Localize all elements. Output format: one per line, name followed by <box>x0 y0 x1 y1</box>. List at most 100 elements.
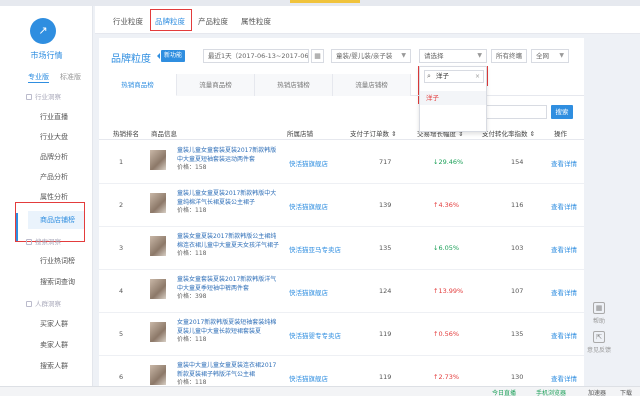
product-title-link[interactable]: 女童2017新款韩版夏装短袖套装纯棉夏装儿童中大童长款短裙套装夏 <box>177 319 276 335</box>
rank-cell: 3 <box>119 244 124 252</box>
product-thumbnail[interactable] <box>150 193 166 213</box>
browser-status-bar: 今日直播 手机浏览器 加速器 下载 <box>0 386 640 396</box>
search-button[interactable]: 搜索 <box>551 105 573 119</box>
orders-cell: 119 <box>379 373 392 381</box>
clear-icon[interactable]: × <box>475 71 480 82</box>
chevron-down-icon: ▼ <box>517 52 522 59</box>
version-standard[interactable]: 标准版 <box>60 72 81 82</box>
orders-cell: 717 <box>379 158 392 166</box>
product-title-link[interactable]: 童装女童夏装2017新款韩版公主裙纯棉连衣裙儿童中大童夏天女孩洋气裙子 <box>177 233 279 249</box>
rank-cell: 1 <box>119 158 124 166</box>
col-shop: 所属店铺 <box>287 130 313 138</box>
detail-link[interactable]: 查看详情 <box>551 201 577 211</box>
product-thumbnail[interactable] <box>150 150 166 170</box>
detail-link[interactable]: 查看详情 <box>551 158 577 168</box>
brand-select[interactable]: 请选择 ▼ <box>419 49 487 63</box>
page-title: 品牌粒度 <box>111 54 151 65</box>
channel-select[interactable]: 全网 ▼ <box>531 49 569 63</box>
search-icon: ⌕ <box>427 72 431 80</box>
table-row: 5 女童2017新款韩版夏装短袖套装纯棉夏装儿童中大童长款短裙套装夏 价格：118 快… <box>99 314 584 356</box>
orders-cell: 139 <box>379 201 392 209</box>
product-price: 价格：398 <box>177 293 207 300</box>
brand-search-input[interactable]: ⌕ 洋子 × <box>424 70 484 83</box>
product-info: 童装女童夏装2017新款韩版公主裙纯棉连衣裙儿童中大童夏天女孩洋气裙子 价格：11… <box>177 233 281 259</box>
product-info: 童装女童套装夏装2017新款韩版洋气中大童夏季短袖中裤两件套 价格：398 <box>177 276 281 302</box>
subtab-hot-shops[interactable]: 热销店铺榜 <box>255 74 333 96</box>
sidebar-item-sellers[interactable]: 卖家人群 <box>40 340 68 350</box>
product-price: 价格：158 <box>177 164 207 171</box>
rank-cell: 4 <box>119 287 124 295</box>
chevron-down-icon: ▼ <box>401 52 406 59</box>
orders-cell: 119 <box>379 330 392 338</box>
shop-link[interactable]: 快活猫亚马专卖店 <box>289 244 341 254</box>
help-icon[interactable]: ▦ <box>593 302 605 314</box>
tab-attribute[interactable]: 属性粒度 <box>241 16 271 27</box>
shop-link[interactable]: 快活猫旗舰店 <box>289 201 328 211</box>
sidebar-brand: 市场行情 <box>30 51 63 60</box>
chevron-down-icon: ▼ <box>477 52 482 59</box>
product-thumbnail[interactable] <box>150 365 166 385</box>
version-switch: 专业版 标准版 <box>0 72 93 86</box>
tab-industry[interactable]: 行业粒度 <box>113 16 143 27</box>
sidebar-item-industry-overview[interactable]: 行业大盘 <box>40 132 68 142</box>
date-range-select[interactable]: 最近1天（2017-06-13~2017-06-13） <box>203 49 309 63</box>
brand-option[interactable]: 洋子 <box>420 91 486 105</box>
col-conversion[interactable]: 支付转化率指数 ⇕ <box>482 128 535 138</box>
feedback-icon[interactable]: ⇱ <box>593 331 605 343</box>
product-info: 女童2017新款韩版夏装短袖套装纯棉夏装儿童中大童长款短裙套装夏 价格：118 <box>177 319 281 345</box>
product-info: 童装儿童女童套装夏装2017新款韩版中大童夏短袖套装运动两件套 价格：158 <box>177 147 281 173</box>
sidebar-item-brand-analysis[interactable]: 品牌分析 <box>40 152 68 162</box>
growth-cell: ↑2.73% <box>433 373 460 381</box>
product-title-link[interactable]: 童装女童套装夏装2017新款韩版洋气中大童夏季短袖中裤两件套 <box>177 276 276 292</box>
subtab-traffic-goods[interactable]: 流量商品榜 <box>177 74 255 96</box>
sidebar-item-industry-live[interactable]: 行业直播 <box>40 112 68 122</box>
shop-link[interactable]: 快活猫旗舰店 <box>289 373 328 383</box>
sidebar-item-product-analysis[interactable]: 产品分析 <box>40 172 68 182</box>
sidebar-item-searchers[interactable]: 搜索人群 <box>40 361 68 371</box>
sidebar-item-buyers[interactable]: 买家人群 <box>40 319 68 329</box>
sidebar-item-attribute-analysis[interactable]: 属性分析 <box>40 192 68 202</box>
conversion-cell: 130 <box>511 373 524 381</box>
detail-link[interactable]: 查看详情 <box>551 330 577 340</box>
detail-link[interactable]: 查看详情 <box>551 244 577 254</box>
product-price: 价格：118 <box>177 207 207 214</box>
status-speed[interactable]: 加速器 <box>588 388 606 396</box>
table-row: 2 童装儿童女童夏装2017新款韩版中大童纯棉洋气长裙夏装公主裙子 价格：118 快活… <box>99 185 584 227</box>
subtab-traffic-shops[interactable]: 流量店铺榜 <box>333 74 411 96</box>
product-price: 价格：118 <box>177 336 207 343</box>
box-icon <box>26 94 32 100</box>
terminal-select[interactable]: 所有终端 ▼ <box>491 49 527 63</box>
group-industry[interactable]: 行业洞察 <box>26 91 61 101</box>
right-toolbar: ▦ 帮助 ⇱ 意见反馈 <box>586 300 612 354</box>
shop-link[interactable]: 快活猫旗舰店 <box>289 158 328 168</box>
detail-link[interactable]: 查看详情 <box>551 287 577 297</box>
status-download[interactable]: 下载 <box>620 388 632 396</box>
group-crowd[interactable]: 人群洞察 <box>26 298 61 308</box>
status-live[interactable]: 今日直播 <box>492 388 516 396</box>
sidebar: ↗ 市场行情 专业版 标准版 行业洞察 行业直播 行业大盘 品牌分析 产品分析 … <box>0 6 93 386</box>
product-thumbnail[interactable] <box>150 279 166 299</box>
product-title-link[interactable]: 童装中大童儿童女童夏装连衣裙2017新款夏装裙子韩版洋气公主裙 <box>177 362 276 378</box>
group-search[interactable]: 搜索洞察 <box>26 236 61 246</box>
col-orders[interactable]: 支付子订单数 ⇕ <box>350 128 397 138</box>
version-pro[interactable]: 专业版 <box>28 72 49 83</box>
product-title-link[interactable]: 童装儿童女童夏装2017新款韩版中大童纯棉洋气长裙夏装公主裙子 <box>177 190 276 206</box>
status-browser[interactable]: 手机浏览器 <box>536 388 566 396</box>
product-info: 童装中大童儿童女童夏装连衣裙2017新款夏装裙子韩版洋气公主裙 价格：118 <box>177 362 281 388</box>
detail-link[interactable]: 查看详情 <box>551 373 577 383</box>
tab-product[interactable]: 产品粒度 <box>198 16 228 27</box>
table-row: 1 童装儿童女童套装夏装2017新款韩版中大童夏短袖套装运动两件套 价格：158 快活… <box>99 142 584 184</box>
sidebar-item-hot-words[interactable]: 行业热词榜 <box>40 256 75 266</box>
calendar-icon[interactable]: ▦ <box>311 49 324 63</box>
product-thumbnail[interactable] <box>150 236 166 256</box>
sidebar-item-search-query[interactable]: 搜索词查询 <box>40 277 75 287</box>
shop-link[interactable]: 快活猫婴专专卖店 <box>289 330 341 340</box>
product-thumbnail[interactable] <box>150 322 166 342</box>
rank-cell: 5 <box>119 330 124 338</box>
table-row: 4 童装女童套装夏装2017新款韩版洋气中大童夏季短袖中裤两件套 价格：398 快活猫… <box>99 271 584 313</box>
product-title-link[interactable]: 童装儿童女童套装夏装2017新款韩版中大童夏短袖套装运动两件套 <box>177 147 276 163</box>
shop-link[interactable]: 快活猫旗舰店 <box>289 287 328 297</box>
category-select[interactable]: 童装/婴儿装/亲子装 ▼ <box>331 49 411 63</box>
subtab-hot-goods[interactable]: 热销商品榜 <box>99 74 177 96</box>
market-logo-icon: ↗ <box>30 18 56 44</box>
